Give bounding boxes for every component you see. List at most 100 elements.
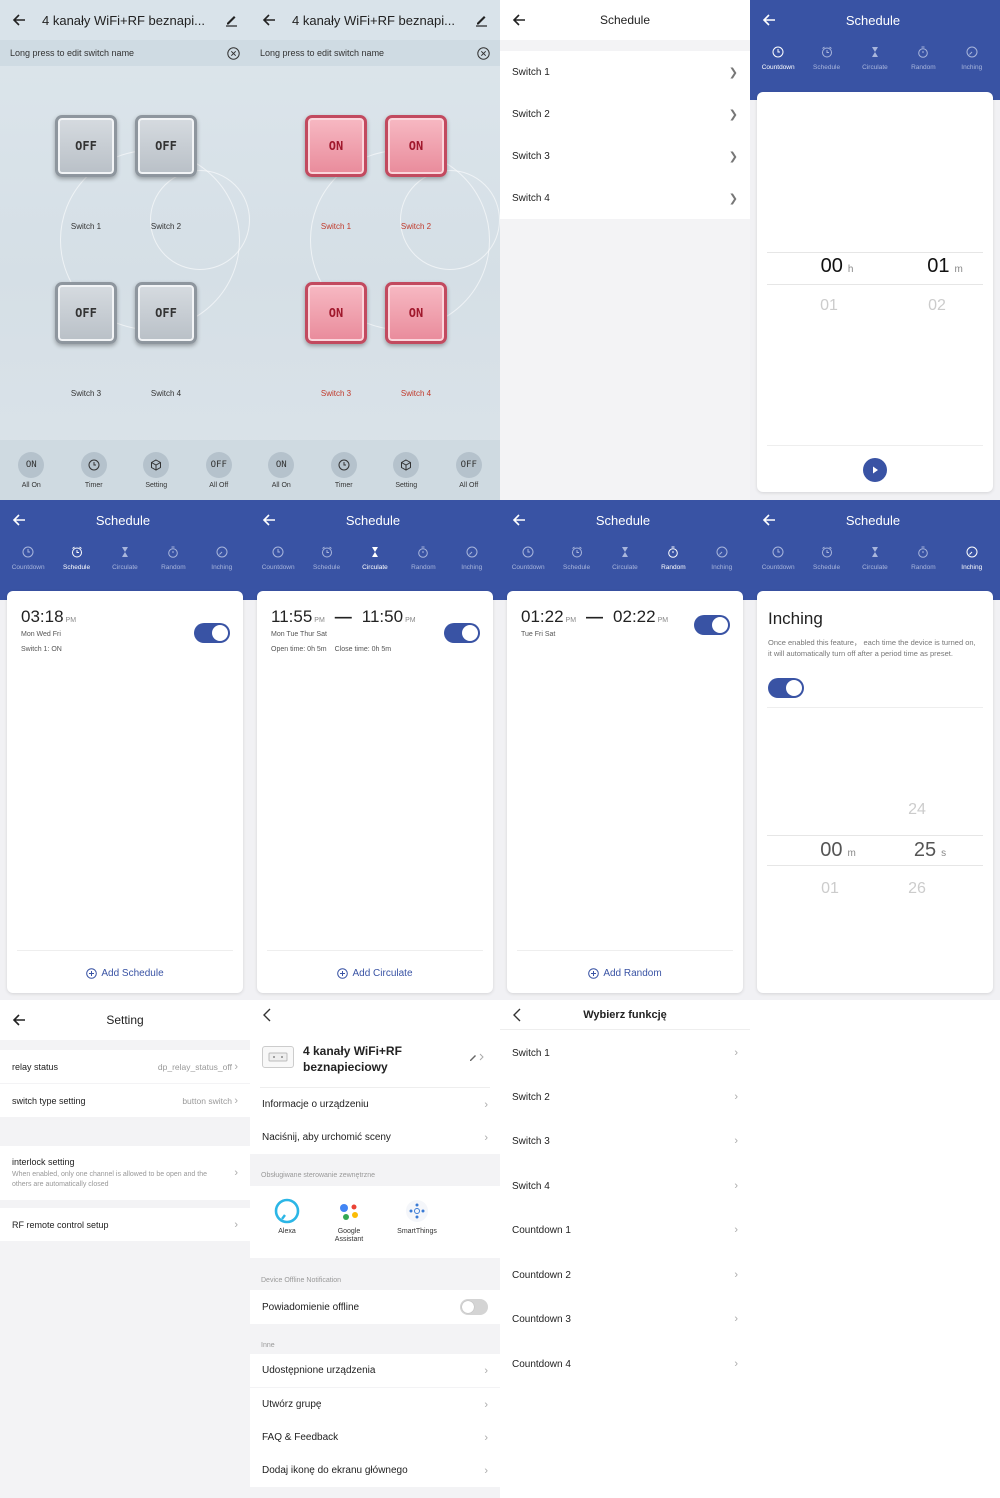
setting-button[interactable]: Setting [131, 451, 181, 489]
offline-toggle[interactable] [460, 1299, 488, 1315]
close-circle-icon[interactable] [477, 46, 490, 60]
schedule-toggle[interactable] [194, 623, 230, 643]
faq-row[interactable]: FAQ & Feedback › [250, 1421, 500, 1454]
list-item-switch-3[interactable]: Switch 3 ❯ [500, 135, 750, 177]
create-group-row[interactable]: Utwórz grupę › [250, 1388, 500, 1421]
rf-remote-row[interactable]: RF remote control setup › [0, 1208, 250, 1241]
switch-type-row[interactable]: switch type setting button switch › [0, 1084, 250, 1117]
smartthings-item[interactable]: SmartThings [380, 1186, 454, 1258]
edit-pencil-icon[interactable] [224, 13, 238, 27]
tab-schedule[interactable]: Schedule [304, 546, 350, 571]
random-toggle[interactable] [694, 615, 730, 635]
back-arrow-icon[interactable] [512, 513, 526, 527]
switch-1-button[interactable]: ON [305, 115, 367, 177]
back-arrow-icon[interactable] [12, 1013, 26, 1027]
back-arrow-icon[interactable] [12, 513, 26, 527]
switch-3-button[interactable]: ON [305, 282, 367, 344]
device-info-row[interactable]: Informacje o urządzeniu › [250, 1088, 500, 1121]
all-off-button[interactable]: OFF All Off [444, 451, 494, 489]
random-item[interactable]: 01:22 PM —02:22 PM Tue Fri Sat [521, 607, 668, 638]
tab-schedule[interactable]: Schedule [54, 546, 100, 571]
function-item-switch-4[interactable]: Switch 4 › [500, 1164, 750, 1208]
inching-minute-picker[interactable]: 00 m [803, 839, 873, 862]
switch-4-button[interactable]: OFF [135, 282, 197, 344]
hour-picker[interactable]: 00 h [797, 255, 877, 278]
back-chevron-icon[interactable] [262, 1008, 272, 1022]
timer-button[interactable]: Timer [319, 451, 369, 489]
tab-inching[interactable]: Inching [449, 546, 495, 571]
tab-random[interactable]: Random [150, 546, 196, 571]
tab-countdown[interactable]: Countdown [755, 546, 801, 571]
random-days: Tue Fri Sat [521, 631, 556, 638]
add-random-button[interactable]: Add Random [507, 968, 743, 979]
tab-countdown[interactable]: Countdown [755, 46, 801, 71]
tab-schedule[interactable]: Schedule [554, 546, 600, 571]
tab-random[interactable]: Random [900, 546, 946, 571]
google-assistant-item[interactable]: Google Assistant [318, 1186, 380, 1258]
list-item-switch-4[interactable]: Switch 4 ❯ [500, 177, 750, 219]
tab-circulate[interactable]: Circulate [602, 546, 648, 571]
function-item-countdown-4[interactable]: Countdown 4 › [500, 1342, 750, 1386]
tab-random[interactable]: Random [900, 46, 946, 71]
back-arrow-icon[interactable] [262, 513, 276, 527]
setting-button[interactable]: Setting [381, 451, 431, 489]
circulate-item[interactable]: 11:55 PM —11:50 PM Mon Tue Thur Sat Open ti… [271, 607, 416, 653]
tab-schedule[interactable]: Schedule [804, 546, 850, 571]
add-homescreen-row[interactable]: Dodaj ikonę do ekranu głównego › [250, 1454, 500, 1487]
tab-random[interactable]: Random [650, 546, 696, 571]
tab-countdown[interactable]: Countdown [255, 546, 301, 571]
back-arrow-icon[interactable] [762, 13, 776, 27]
tab-inching[interactable]: Inching [699, 546, 745, 571]
tab-countdown[interactable]: Countdown [5, 546, 51, 571]
edit-pencil-icon[interactable] [474, 13, 488, 27]
all-off-button[interactable]: OFF All Off [194, 451, 244, 489]
switch-2-button[interactable]: ON [385, 115, 447, 177]
tab-circulate[interactable]: Circulate [852, 546, 898, 571]
schedule-item[interactable]: 03:18 PM Mon Wed Fri Switch 1: ON [21, 607, 76, 653]
timer-button[interactable]: Timer [69, 451, 119, 489]
tab-circulate[interactable]: Circulate [852, 46, 898, 71]
switch-3-button[interactable]: OFF [55, 282, 117, 344]
tab-inching[interactable]: Inching [949, 46, 995, 71]
offline-notification-row[interactable]: Powiadomienie offline [250, 1290, 500, 1324]
tab-inching[interactable]: Inching [949, 546, 995, 571]
all-on-button[interactable]: ON All On [256, 451, 306, 489]
switch-2-button[interactable]: OFF [135, 115, 197, 177]
function-item-countdown-3[interactable]: Countdown 3 › [500, 1297, 750, 1341]
close-circle-icon[interactable] [227, 46, 240, 60]
function-item-countdown-1[interactable]: Countdown 1 › [500, 1208, 750, 1252]
back-arrow-icon[interactable] [262, 13, 276, 27]
list-item-switch-1[interactable]: Switch 1 ❯ [500, 51, 750, 93]
all-on-button[interactable]: ON All On [6, 451, 56, 489]
tab-inching[interactable]: Inching [199, 546, 245, 571]
tab-circulate[interactable]: Circulate [102, 546, 148, 571]
back-arrow-icon[interactable] [12, 13, 26, 27]
add-circulate-button[interactable]: Add Circulate [257, 968, 493, 979]
tab-schedule[interactable]: Schedule [804, 46, 850, 71]
minute-picker[interactable]: 01 m [905, 255, 985, 278]
scene-row[interactable]: Naciśnij, aby urchomić sceny › [250, 1121, 500, 1154]
back-arrow-icon[interactable] [762, 513, 776, 527]
function-item-countdown-2[interactable]: Countdown 2 › [500, 1253, 750, 1297]
switch-1-button[interactable]: OFF [55, 115, 117, 177]
tab-random[interactable]: Random [400, 546, 446, 571]
back-chevron-icon[interactable] [512, 1008, 522, 1022]
function-item-switch-1[interactable]: Switch 1 › [500, 1031, 750, 1075]
function-item-switch-2[interactable]: Switch 2 › [500, 1075, 750, 1119]
switch-4-button[interactable]: ON [385, 282, 447, 344]
edit-name-icon[interactable] [469, 1052, 485, 1062]
list-item-switch-2[interactable]: Switch 2 ❯ [500, 93, 750, 135]
inching-second-picker[interactable]: 25 s [895, 839, 965, 862]
back-arrow-icon[interactable] [512, 13, 526, 27]
interlock-row[interactable]: interlock setting When enabled, only one… [0, 1146, 250, 1200]
shared-devices-row[interactable]: Udostępnione urządzenia › [250, 1354, 500, 1387]
tab-circulate[interactable]: Circulate [352, 546, 398, 571]
circulate-toggle[interactable] [444, 623, 480, 643]
relay-status-row[interactable]: relay status dp_relay_status_off › [0, 1050, 250, 1083]
tab-countdown[interactable]: Countdown [505, 546, 551, 571]
start-button[interactable] [863, 458, 887, 482]
function-item-switch-3[interactable]: Switch 3 › [500, 1119, 750, 1163]
add-schedule-button[interactable]: Add Schedule [7, 968, 243, 979]
inching-toggle[interactable] [768, 678, 804, 698]
alexa-item[interactable]: Alexa [256, 1186, 318, 1258]
